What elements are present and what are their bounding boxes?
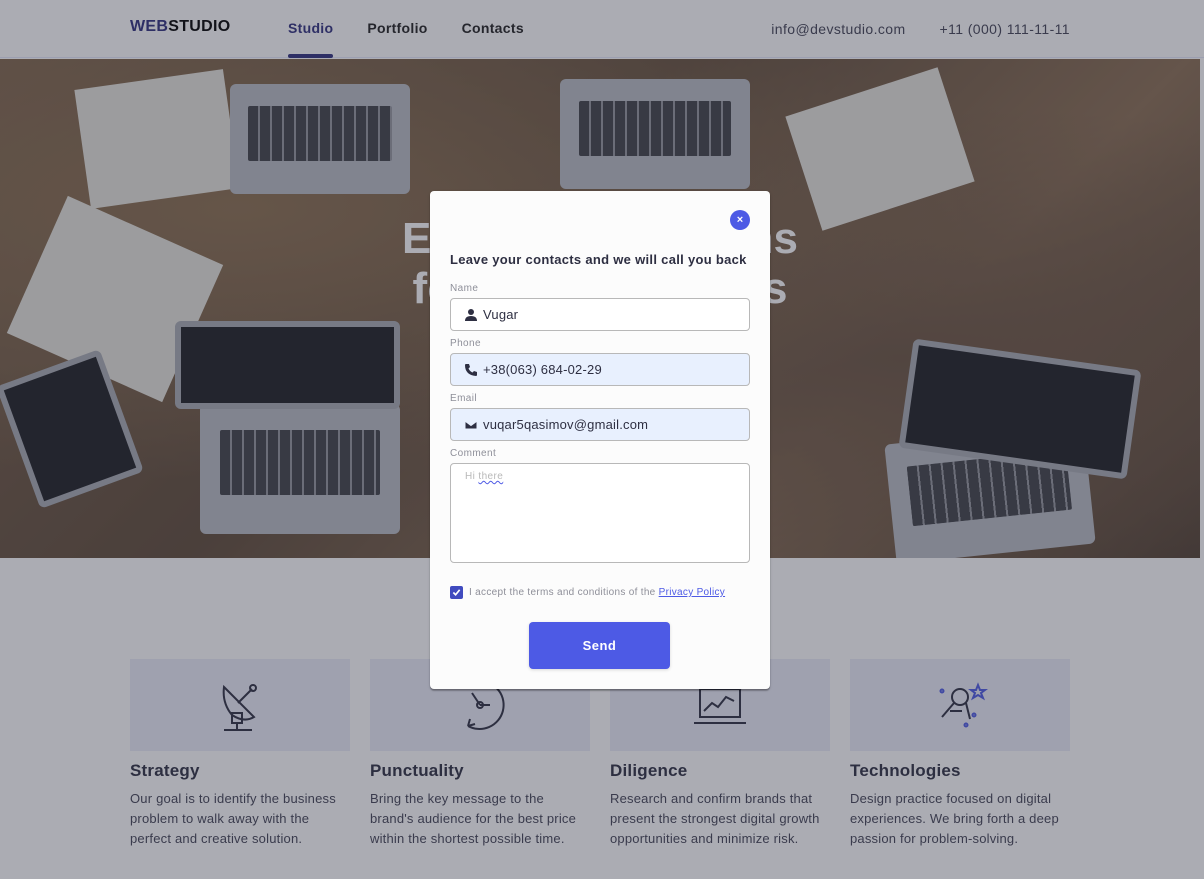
- name-input[interactable]: [483, 299, 743, 330]
- email-input[interactable]: [483, 409, 743, 440]
- phone-icon: [465, 364, 477, 376]
- person-icon: [465, 309, 477, 321]
- comment-text-prefix: Hi: [465, 471, 479, 482]
- comment-label: Comment: [450, 448, 497, 459]
- email-label: Email: [450, 393, 478, 404]
- name-label: Name: [450, 283, 479, 294]
- modal-title: Leave your contacts and we will call you…: [450, 252, 747, 267]
- phone-field: [450, 353, 750, 386]
- phone-label: Phone: [450, 338, 481, 349]
- comment-textarea[interactable]: Hi there: [450, 463, 750, 563]
- email-field: [450, 408, 750, 441]
- terms-label: I accept the terms and conditions of the: [469, 587, 659, 598]
- send-button[interactable]: Send: [529, 622, 670, 669]
- terms-checkbox[interactable]: [450, 586, 463, 599]
- privacy-policy-link[interactable]: Privacy Policy: [659, 587, 725, 598]
- comment-text: Hi there: [465, 471, 503, 482]
- contact-modal: × Leave your contacts and we will call y…: [430, 191, 770, 689]
- phone-input[interactable]: [483, 354, 743, 385]
- close-icon: ×: [736, 214, 744, 226]
- mail-icon: [464, 420, 478, 430]
- name-field: [450, 298, 750, 331]
- terms-text: I accept the terms and conditions of the…: [469, 587, 725, 598]
- checkmark-icon: [452, 589, 461, 596]
- terms-row: I accept the terms and conditions of the…: [450, 586, 725, 599]
- comment-text-suffix: there: [478, 471, 504, 482]
- close-modal-button[interactable]: ×: [730, 210, 750, 230]
